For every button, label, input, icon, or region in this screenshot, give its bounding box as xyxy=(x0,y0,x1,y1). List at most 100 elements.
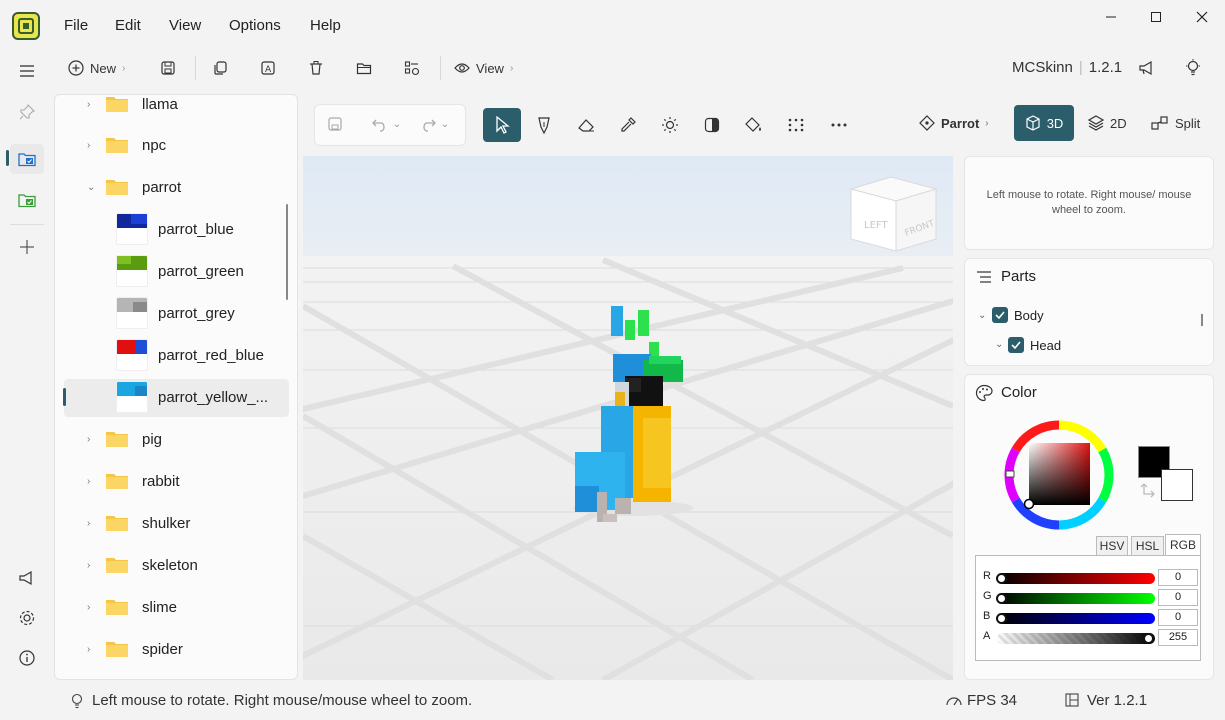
a-slider-thumb[interactable] xyxy=(1143,633,1154,644)
pin-button[interactable] xyxy=(10,97,44,127)
properties-button[interactable] xyxy=(404,56,420,80)
g-value-field[interactable]: 0 xyxy=(1158,589,1198,606)
pen-nib-icon xyxy=(536,116,552,134)
tree-folder-spider[interactable]: › spider xyxy=(55,629,297,669)
new-button[interactable]: New › xyxy=(68,56,125,80)
hamburger-icon xyxy=(19,64,35,78)
delete-button[interactable] xyxy=(308,56,324,80)
tree-folder-skeleton[interactable]: › skeleton xyxy=(55,545,297,585)
lightbulb-icon xyxy=(70,693,84,709)
b-slider[interactable] xyxy=(997,613,1155,624)
cursor-icon xyxy=(494,116,510,134)
folder-icon xyxy=(105,472,129,490)
save-icon xyxy=(327,116,343,132)
maximize-button[interactable] xyxy=(1133,6,1179,28)
pin-icon xyxy=(19,104,35,120)
tree-scrollbar[interactable] xyxy=(286,204,288,300)
redo-button[interactable]: ⌄ xyxy=(414,114,454,134)
a-value-field[interactable]: 255 xyxy=(1158,629,1198,646)
3d-viewport[interactable]: LEFT FRONT xyxy=(303,156,953,680)
folder-icon xyxy=(105,95,129,113)
menu-view[interactable]: View xyxy=(169,17,201,34)
body-checkbox[interactable] xyxy=(992,307,1008,323)
eyedropper-icon xyxy=(620,117,636,133)
view-cube[interactable]: LEFT FRONT xyxy=(849,176,938,252)
view-2d-button[interactable]: 2D xyxy=(1088,105,1127,141)
hamburger-menu-button[interactable] xyxy=(10,56,44,86)
rail-item-collection[interactable] xyxy=(10,185,44,215)
rail-settings-button[interactable] xyxy=(10,603,44,633)
r-value-field[interactable]: 0 xyxy=(1158,569,1198,586)
color-wheel[interactable] xyxy=(1004,420,1114,530)
copy-button[interactable] xyxy=(212,56,228,80)
tree-texture-parrot-grey[interactable]: parrot_grey xyxy=(55,293,297,333)
feedback-button[interactable] xyxy=(1138,56,1156,80)
eraser-tool-button[interactable] xyxy=(567,108,605,142)
app-name-separator: | xyxy=(1078,59,1083,76)
view-split-button[interactable]: Split xyxy=(1151,105,1200,141)
theme-toggle-button[interactable] xyxy=(1185,56,1201,80)
split-view-icon xyxy=(1151,115,1169,131)
tab-hsv[interactable]: HSV xyxy=(1096,536,1128,556)
menu-edit[interactable]: Edit xyxy=(115,17,141,34)
rail-about-button[interactable] xyxy=(10,643,44,673)
tree-texture-parrot-blue[interactable]: parrot_blue xyxy=(55,209,297,249)
tree-folder-shulker[interactable]: › shulker xyxy=(55,503,297,543)
open-folder-button[interactable] xyxy=(356,56,372,80)
tree-folder-npc[interactable]: › npc xyxy=(55,125,297,165)
model-selector[interactable]: Parrot › xyxy=(919,105,989,141)
tree-folder-slime[interactable]: › slime xyxy=(55,587,297,627)
b-slider-thumb[interactable] xyxy=(996,613,1007,624)
rename-button[interactable]: A xyxy=(260,56,276,80)
a-slider[interactable] xyxy=(997,633,1155,644)
save-button[interactable] xyxy=(160,56,176,80)
select-tool-button[interactable] xyxy=(483,108,521,142)
palette-icon xyxy=(975,384,993,402)
parts-scrollbar[interactable] xyxy=(1201,314,1203,326)
menu-options[interactable]: Options xyxy=(229,17,281,34)
app-logo-icon xyxy=(12,12,40,40)
dodge-burn-tool-button[interactable] xyxy=(651,108,689,142)
fill-tool-button[interactable] xyxy=(735,108,773,142)
more-tools-button[interactable] xyxy=(820,108,858,142)
pencil-tool-button[interactable] xyxy=(525,108,563,142)
rail-feedback-button[interactable] xyxy=(10,563,44,593)
head-checkbox[interactable] xyxy=(1008,337,1024,353)
tree-texture-parrot-green[interactable]: parrot_green xyxy=(55,251,297,291)
tree-folder-llama[interactable]: › llama xyxy=(55,95,297,124)
rail-item-skins[interactable] xyxy=(10,144,44,174)
menu-file[interactable]: File xyxy=(64,17,88,34)
body-label: Body xyxy=(1014,308,1044,323)
chevron-down-icon[interactable]: ⌄ xyxy=(978,310,986,321)
menu-help[interactable]: Help xyxy=(310,17,341,34)
swap-colors-icon[interactable] xyxy=(1140,480,1160,500)
darken-lighten-tool-button[interactable] xyxy=(693,108,731,142)
minimize-button[interactable] xyxy=(1088,6,1134,28)
chevron-right-icon: › xyxy=(122,62,126,74)
r-slider[interactable] xyxy=(997,573,1155,584)
tree-texture-parrot-red-blue[interactable]: parrot_red_blue xyxy=(55,335,297,375)
close-button[interactable] xyxy=(1179,6,1225,28)
view-3d-button[interactable]: 3D xyxy=(1014,105,1074,141)
view-button[interactable]: View › xyxy=(454,56,513,80)
g-slider-thumb[interactable] xyxy=(996,593,1007,604)
tree-folder-pig[interactable]: › pig xyxy=(55,419,297,459)
undo-button[interactable]: ⌄ xyxy=(366,114,406,134)
rail-add-button[interactable] xyxy=(10,232,44,262)
tree-texture-parrot-yellow-blue[interactable]: parrot_yellow_... xyxy=(55,377,297,417)
b-value-field[interactable]: 0 xyxy=(1158,609,1198,626)
g-slider[interactable] xyxy=(997,593,1155,604)
tree-folder-rabbit[interactable]: › rabbit xyxy=(55,461,297,501)
chevron-down-icon[interactable]: ⌄ xyxy=(995,339,1003,350)
tab-hsl[interactable]: HSL xyxy=(1131,536,1164,556)
r-slider-thumb[interactable] xyxy=(996,573,1007,584)
noise-tool-button[interactable] xyxy=(777,108,815,142)
secondary-color-swatch[interactable] xyxy=(1161,469,1193,501)
tree-folder-parrot[interactable]: ⌄ parrot xyxy=(55,167,297,207)
tree-texture-label: parrot_yellow_... xyxy=(158,388,269,406)
dropper-tool-button[interactable] xyxy=(609,108,647,142)
hint-text: Left mouse to rotate. Right mouse/ mouse… xyxy=(986,189,1192,216)
tab-rgb[interactable]: RGB xyxy=(1165,534,1201,556)
view-cube-left-label: LEFT xyxy=(864,220,888,231)
editor-save-button[interactable] xyxy=(325,114,345,134)
